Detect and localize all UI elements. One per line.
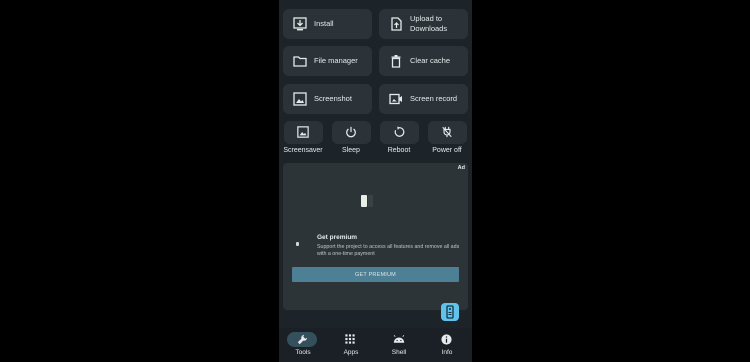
install-tile[interactable]: Install <box>283 9 372 39</box>
ad-badge: Ad <box>457 165 465 171</box>
nav-label-apps: Apps <box>343 349 359 356</box>
power-icon <box>346 126 356 138</box>
nav-label-tools: Tools <box>295 349 311 356</box>
ad-app-logo <box>361 195 367 207</box>
upload-label-line1: Upload to <box>410 14 443 23</box>
sleep-label: Sleep <box>342 147 360 154</box>
image-icon <box>293 92 307 106</box>
screen-record-tile[interactable]: Screen record <box>379 84 468 114</box>
install-icon <box>293 17 307 31</box>
bottom-navigation: Tools Apps Shell Info <box>279 328 472 362</box>
reboot-button[interactable] <box>380 121 419 144</box>
power-off-label: Power off <box>432 147 462 154</box>
ad-icon <box>296 242 299 246</box>
nav-tab-tools[interactable]: Tools <box>279 328 327 362</box>
file-manager-tile[interactable]: File manager <box>283 46 372 76</box>
screenshot-label: Screenshot <box>314 94 352 103</box>
screensaver-label: Screensaver <box>283 147 323 154</box>
nav-label-info: Info <box>441 349 453 356</box>
ad-title: Get premium <box>317 234 358 241</box>
apps-grid-icon <box>345 334 355 344</box>
upload-to-downloads-tile[interactable]: Upload to Downloads <box>379 9 468 39</box>
nav-tab-shell[interactable]: Shell <box>375 328 423 362</box>
power-off-button[interactable] <box>428 121 467 144</box>
screen-record-label: Screen record <box>410 94 458 103</box>
nav-label-shell: Shell <box>391 349 407 356</box>
video-camera-icon <box>389 93 402 105</box>
power-off-icon <box>442 126 452 138</box>
ad-card: Ad Get premium Support the project to ac… <box>283 163 468 310</box>
install-label: Install <box>314 19 334 28</box>
nav-tab-info[interactable]: Info <box>423 328 471 362</box>
clear-cache-tile[interactable]: Clear cache <box>379 46 468 76</box>
clear-cache-label: Clear cache <box>410 56 451 65</box>
folder-icon <box>293 56 307 67</box>
upload-label-line2: Downloads <box>410 24 448 33</box>
remote-control-fab[interactable] <box>441 303 459 321</box>
file-manager-label: File manager <box>314 56 358 65</box>
reboot-label: Reboot <box>387 147 411 154</box>
screenshot-tile[interactable]: Screenshot <box>283 84 372 114</box>
upload-file-icon <box>391 17 402 31</box>
android-icon <box>393 335 405 343</box>
get-premium-button[interactable]: GET PREMIUM <box>292 267 459 282</box>
ad-description: Support the project to access all featur… <box>317 244 460 257</box>
sleep-button[interactable] <box>332 121 371 144</box>
reboot-icon <box>394 126 405 137</box>
ad-app-logo-shadow <box>368 195 373 207</box>
trash-icon <box>391 55 401 68</box>
wrench-icon <box>297 334 308 345</box>
info-icon <box>441 334 452 345</box>
remote-icon <box>446 305 454 319</box>
screensaver-icon <box>297 126 309 138</box>
nav-tab-apps[interactable]: Apps <box>327 328 375 362</box>
screensaver-button[interactable] <box>284 121 323 144</box>
